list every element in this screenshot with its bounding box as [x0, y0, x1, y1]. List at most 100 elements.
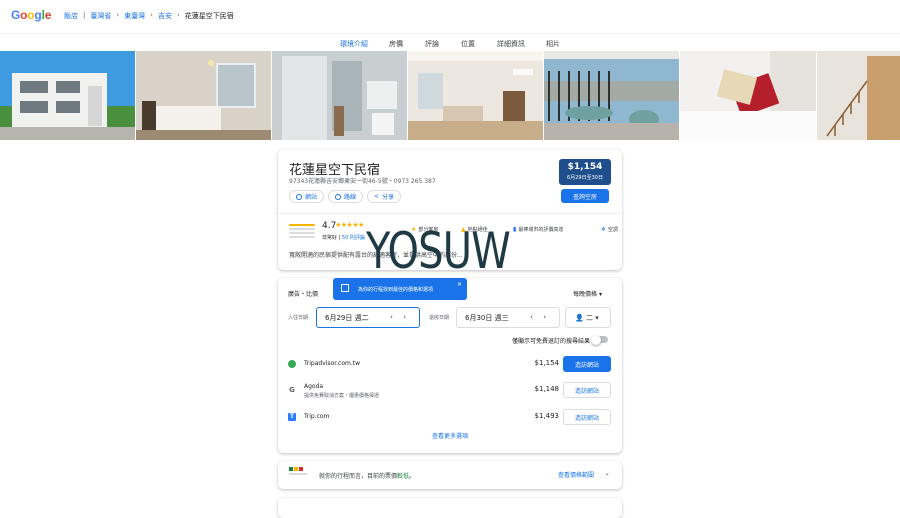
amenity-label: 最棒城市的評價高達 [518, 227, 564, 233]
tab-bar: 環境介紹 房價 評論 位置 詳細資訊 相片 [0, 33, 900, 53]
breadcrumb-separator: › [116, 11, 120, 19]
breadcrumb-town[interactable]: 吉安 [158, 11, 172, 21]
checkin-date-value: 6月29日 週二 [325, 313, 369, 322]
amenity-item: ❄ 空調 [601, 226, 618, 233]
person-icon: 👤 [575, 313, 584, 322]
photo-bed-pillows[interactable] [680, 51, 816, 140]
breadcrumb-separator: | [83, 11, 86, 19]
divider [278, 213, 622, 214]
price-range-link[interactable]: 查看價格範圍 [558, 470, 594, 479]
tab-details[interactable]: 詳細資訊 [497, 39, 525, 49]
next-card [278, 498, 622, 518]
city-icon: ▮ [513, 226, 517, 233]
checkin-date-field[interactable]: 6月29日 週二 ‹ › [316, 307, 420, 328]
checkout-date-field[interactable]: 6月30日 週三 ‹ › [456, 307, 560, 328]
chevron-down-icon: ▾ [598, 291, 602, 298]
chevron-down-icon: ▾ [595, 313, 599, 322]
date-arrows-icon[interactable]: ‹ › [530, 313, 550, 321]
tab-overview[interactable]: 環境介紹 [340, 39, 368, 53]
provider-price: $1,493 [534, 412, 560, 420]
website-chip[interactable]: 網站 [289, 190, 325, 203]
checkout-label: 退房日期 [429, 315, 450, 321]
directions-chip-label: 路線 [344, 194, 357, 201]
top-bar: Google 飯店 | 臺灣省 › 東臺灣 › 吉安 › 花蓮星空下民宿 [0, 0, 900, 32]
checkin-label: 入住日期 [288, 315, 309, 321]
share-chip[interactable]: < 分享 [367, 190, 402, 203]
provider-row[interactable]: T Trip.com $1,493 造訪網站 [278, 407, 622, 427]
google-logo[interactable]: Google [11, 8, 51, 22]
nightly-price-dropdown[interactable]: 每晚價格 ▾ [573, 289, 602, 298]
provider-name: Trip.com [304, 413, 330, 420]
globe-icon [296, 193, 302, 200]
photo-living-room[interactable] [408, 51, 543, 140]
more-options-link[interactable]: 查看更多選項 [278, 431, 622, 440]
rating-label: 非常好 | 50 則評論 [322, 235, 365, 241]
price-insight-card[interactable]: 就你的行程而言，目前的票價較低。 查看價格範圍 ⌄ [278, 461, 622, 489]
price-insight-text: 就你的行程而言，目前的票價較低。 [319, 471, 415, 480]
rating-text: 非常好 [322, 235, 338, 241]
price-badge[interactable]: $1,154 6月29日至30日 [559, 159, 611, 185]
share-icon: < [374, 193, 380, 200]
provider-price: $1,154 [534, 359, 560, 367]
photo-staircase[interactable] [817, 51, 900, 140]
photo-bathroom[interactable] [272, 51, 407, 140]
website-chip-label: 網站 [305, 194, 318, 201]
provider-name: Tripadvisor.com.tw [304, 360, 361, 367]
price-dates: 6月29日至30日 [567, 175, 603, 181]
directions-chip[interactable]: 路線 [328, 190, 364, 203]
insight-highlight: 較低 [397, 473, 410, 480]
price-comparison-card: 廣告・比價 為你的行程找到最佳的價格和選項 ✕ 每晚價格 ▾ 入住日期 6月29… [278, 278, 622, 453]
photo-exterior[interactable] [0, 51, 135, 140]
provider-row[interactable]: Tripadvisor.com.tw $1,154 造訪網站 [278, 354, 622, 374]
snowflake-icon: ❄ [601, 226, 607, 233]
breadcrumb: 飯店 | 臺灣省 › 東臺灣 › 吉安 › 花蓮星空下民宿 [64, 11, 234, 21]
price-level-icon [289, 467, 307, 475]
price-value: $1,154 [567, 162, 603, 172]
free-cancel-label: 僅顯示可免費退訂的搜尋結果 [511, 338, 590, 345]
breadcrumb-hotels[interactable]: 飯店 [64, 11, 78, 21]
provider-note: 提供免費取消方案・優惠價格保證 [304, 393, 380, 399]
calendar-icon [341, 284, 349, 292]
tab-prices[interactable]: 房價 [389, 39, 403, 49]
breadcrumb-province[interactable]: 臺灣省 [90, 11, 111, 21]
visit-site-button[interactable]: 造訪網站 [563, 382, 611, 398]
breadcrumb-region[interactable]: 東臺灣 [124, 11, 145, 21]
logo-letter: g [34, 8, 42, 22]
provider-row[interactable]: G Agoda 提供免費取消方案・優惠價格保證 $1,148 造訪網站 [278, 380, 622, 400]
check-availability-button[interactable]: 查詢空房 [561, 189, 609, 203]
checkout-date-value: 6月30日 週三 [465, 313, 509, 322]
tooltip: 為你的行程找到最佳的價格和選項 ✕ [333, 278, 467, 300]
insight-prefix: 就你的行程而言，目前的票價 [319, 473, 398, 480]
tab-reviews[interactable]: 評論 [425, 39, 439, 49]
ad-compare-label: 廣告・比價 [288, 291, 319, 298]
close-icon[interactable]: ✕ [457, 281, 462, 288]
tab-photos[interactable]: 相片 [546, 39, 560, 49]
photo-balcony[interactable] [544, 51, 679, 140]
trip-com-icon: T [288, 413, 296, 421]
amenity-label: 空調 [608, 227, 619, 233]
photo-gallery[interactable] [0, 51, 900, 140]
date-arrows-icon[interactable]: ‹ › [390, 313, 410, 321]
tripadvisor-icon [288, 360, 296, 368]
insight-suffix: 。 [409, 473, 416, 480]
rating-bars-icon [289, 222, 315, 240]
logo-letter: G [11, 8, 21, 22]
share-chip-label: 分享 [382, 194, 395, 201]
guests-selector[interactable]: 👤 二 ▾ [565, 307, 611, 328]
provider-price: $1,148 [534, 385, 560, 393]
free-cancel-toggle[interactable] [591, 334, 608, 345]
directions-icon [335, 193, 342, 200]
review-count-link[interactable]: 50 則評論 [342, 235, 365, 241]
breadcrumb-separator: › [176, 11, 180, 19]
visit-site-button[interactable]: 造訪網站 [563, 356, 611, 372]
rating-stars-icon: ★★★★★ [335, 221, 364, 229]
visit-site-button[interactable]: 造訪網站 [563, 409, 611, 425]
chevron-down-icon[interactable]: ⌄ [604, 469, 610, 477]
logo-letter: e [44, 8, 52, 22]
photo-bedroom[interactable] [136, 51, 271, 140]
provider-name: Agoda [304, 383, 324, 390]
watermark-text: YOSUW [366, 222, 511, 280]
tab-location[interactable]: 位置 [461, 39, 475, 49]
action-chips: 網站 路線 < 分享 [289, 190, 402, 203]
guests-value: 二 [585, 313, 593, 322]
